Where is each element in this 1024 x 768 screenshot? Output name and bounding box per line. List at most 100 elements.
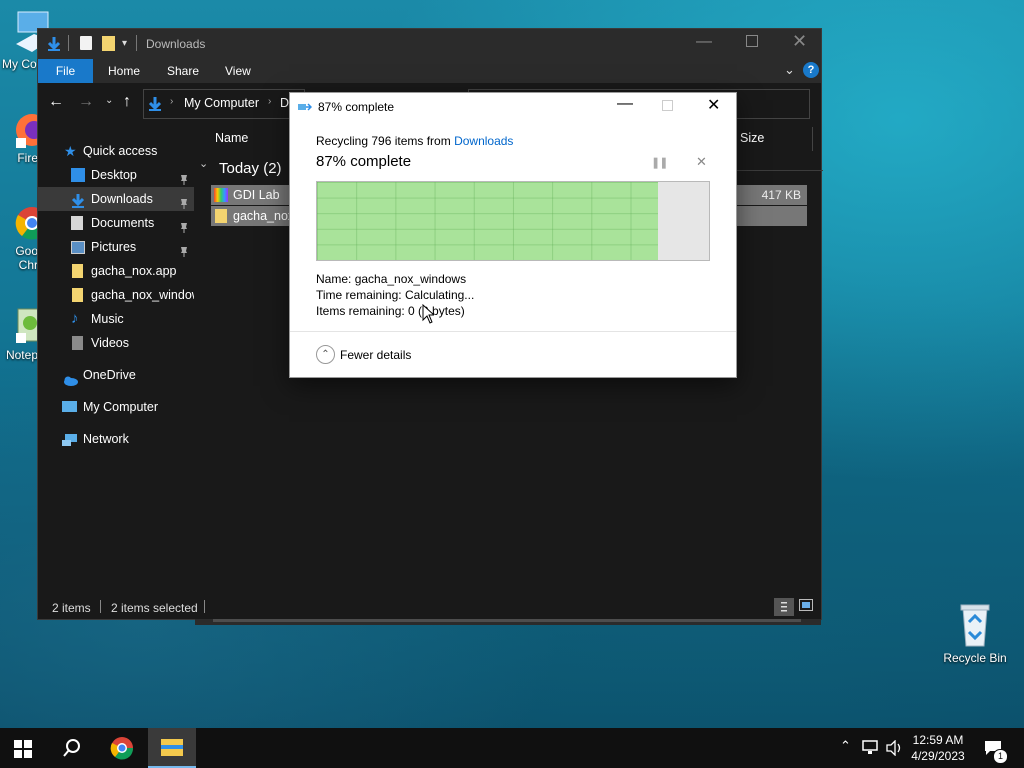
sidebar-item-desktop[interactable]: Desktop — [38, 163, 194, 187]
details-view-icon[interactable] — [774, 598, 794, 616]
pause-button[interactable]: ❚❚ — [651, 156, 668, 169]
close-button[interactable]: ✕ — [707, 95, 720, 115]
fewer-details-button[interactable]: ⌃ Fewer details — [316, 345, 436, 365]
desktop-icon-chrome[interactable]: Goo Chr — [0, 205, 49, 272]
pictures-icon — [71, 241, 85, 254]
nav-label: Pictures — [91, 240, 137, 254]
cancel-button[interactable]: ✕ — [696, 154, 707, 170]
divider — [68, 35, 69, 51]
window-title: Downloads — [146, 37, 206, 51]
sidebar-item-my-computer[interactable]: My Computer — [38, 395, 194, 419]
detail-value: gacha_nox_windows — [354, 272, 467, 286]
computer-icon — [62, 401, 77, 412]
nav-label: Documents — [91, 216, 155, 230]
file-name: gacha_nox — [233, 209, 295, 223]
folder-icon — [72, 288, 83, 302]
chrome-taskbar-icon[interactable] — [110, 736, 134, 763]
tab-home[interactable]: Home — [108, 59, 140, 83]
sidebar-item-videos[interactable]: Videos — [38, 331, 194, 355]
quick-access-dropdown-icon[interactable]: ▾ — [122, 38, 127, 49]
clock[interactable]: 12:59 AM 4/29/2023 — [906, 732, 970, 764]
folder-icon-stripe — [161, 745, 183, 749]
desktop-icon-label: Notep — [5, 348, 38, 362]
sidebar-item-gacha-nox-app[interactable]: gacha_nox.app — [38, 259, 194, 283]
breadcrumb-my-computer[interactable]: My Computer — [184, 96, 259, 110]
status-bar: 2 items 2 items selected — [38, 595, 821, 619]
show-hidden-icons-chevron[interactable]: ⌃ — [840, 738, 851, 754]
address-bar[interactable]: › My Computer › D — [143, 89, 305, 119]
clock-time: 12:59 AM — [912, 733, 964, 747]
tab-share[interactable]: Share — [167, 59, 199, 83]
chevron-down-icon[interactable]: ⌄ — [784, 62, 795, 78]
nav-label: Desktop — [91, 168, 137, 182]
detail-label: Items remaining: — [316, 304, 405, 318]
group-header[interactable]: Today (2) — [219, 160, 282, 177]
divider — [100, 600, 101, 613]
recent-locations-icon[interactable]: ⌄ — [105, 95, 113, 106]
download-arrow-icon — [46, 36, 62, 55]
breadcrumb-separator: › — [268, 96, 272, 107]
pin-icon — [180, 241, 188, 257]
minimize-button[interactable]: — — [617, 95, 633, 113]
maximize-button[interactable] — [746, 35, 758, 47]
clock-date: 4/29/2023 — [911, 749, 965, 763]
network-icon[interactable] — [862, 740, 880, 759]
mouse-cursor-icon — [422, 303, 436, 327]
desktop-icon-label: Recycle Bin — [943, 651, 1007, 665]
delete-progress-dialog[interactable]: 87% complete — ✕ Recycling 796 items fro… — [289, 92, 737, 378]
download-arrow-icon — [148, 96, 162, 115]
nav-label: Music — [91, 312, 124, 326]
nav-label: OneDrive — [83, 368, 136, 382]
large-icons-view-icon[interactable] — [799, 599, 813, 614]
detail-label: Name: — [316, 272, 352, 286]
desktop-icon-notepad[interactable]: Notep — [0, 305, 43, 362]
file-explorer-taskbar-button[interactable] — [148, 728, 196, 768]
desktop-icon-label: Goo — [15, 244, 38, 258]
breadcrumb-downloads[interactable]: D — [280, 96, 289, 110]
cloud-icon — [62, 370, 78, 386]
column-header-name[interactable]: Name — [215, 131, 248, 145]
sidebar-item-downloads[interactable]: Downloads — [38, 187, 194, 211]
sidebar-item-music[interactable]: ♪ Music — [38, 307, 194, 331]
forward-arrow-icon[interactable]: → — [78, 93, 94, 111]
up-arrow-icon[interactable]: ↑ — [123, 93, 131, 111]
source-folder-link[interactable]: Downloads — [454, 134, 513, 148]
close-button[interactable]: ✕ — [792, 31, 807, 52]
chevron-down-icon[interactable]: ⌄ — [199, 157, 208, 170]
dialog-title: 87% complete — [318, 100, 395, 114]
search-icon[interactable] — [62, 738, 82, 761]
nav-label: gacha_nox.app — [91, 264, 177, 278]
maximize-button — [662, 100, 673, 111]
notification-badge: 1 — [993, 749, 1008, 764]
sidebar-item-gacha-nox-windows[interactable]: gacha_nox_windows — [38, 283, 194, 307]
detail-time-remaining: Time remaining: Calculating... — [316, 288, 474, 302]
tab-file[interactable]: File — [38, 59, 93, 83]
file-size: 417 KB — [761, 188, 801, 202]
start-button[interactable] — [14, 740, 32, 761]
pin-icon — [180, 169, 188, 185]
new-folder-icon[interactable] — [102, 36, 115, 51]
document-icon — [71, 216, 83, 230]
videos-icon — [72, 336, 83, 350]
folder-icon — [72, 264, 83, 278]
sidebar-item-onedrive[interactable]: OneDrive — [38, 363, 194, 387]
navigation-pane: ★ Quick access Desktop Downloads Documen… — [38, 123, 194, 595]
help-icon[interactable]: ? — [803, 62, 819, 78]
sidebar-item-network[interactable]: Network — [38, 427, 194, 451]
sidebar-item-documents[interactable]: Documents — [38, 211, 194, 235]
detail-label: Time remaining: — [316, 288, 402, 302]
volume-icon[interactable] — [886, 739, 904, 759]
explorer-title-bar[interactable]: ▾ Downloads — ✕ — [38, 29, 821, 59]
back-arrow-icon[interactable]: ← — [48, 93, 64, 111]
sidebar-item-pictures[interactable]: Pictures — [38, 235, 194, 259]
properties-icon[interactable] — [80, 36, 92, 50]
network-icon — [62, 432, 77, 446]
minimize-button[interactable]: — — [696, 33, 712, 51]
desktop-icon-recycle-bin[interactable]: Recycle Bin — [938, 600, 1012, 665]
fewer-details-label: Fewer details — [340, 348, 412, 362]
tab-view[interactable]: View — [225, 59, 251, 83]
detail-name: Name: gacha_nox_windows — [316, 272, 466, 286]
desktop-icon-firefox[interactable]: Fire — [0, 112, 48, 165]
nav-quick-access[interactable]: ★ Quick access — [38, 139, 194, 163]
column-header-size[interactable]: Size — [740, 131, 764, 145]
